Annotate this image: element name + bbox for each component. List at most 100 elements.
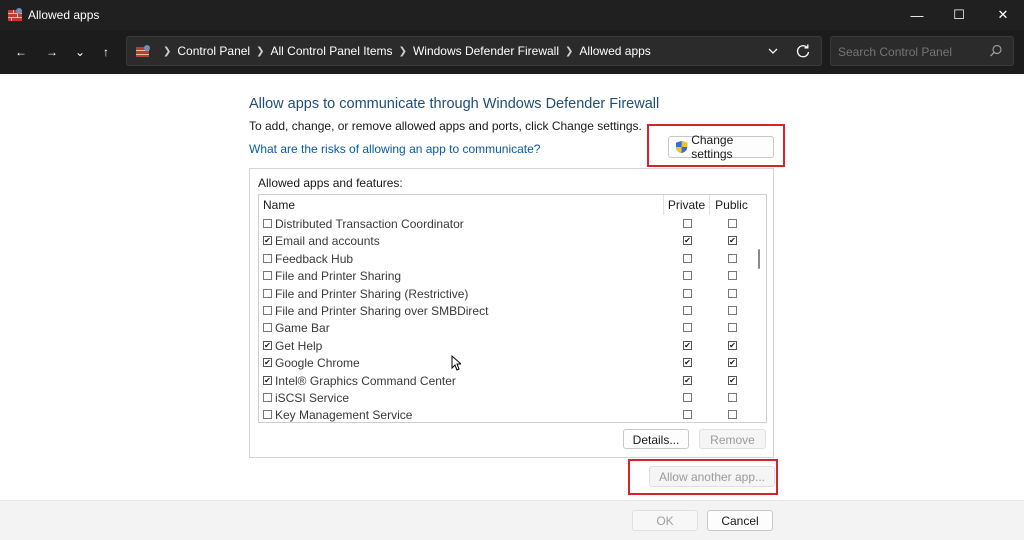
public-checkbox[interactable] (728, 271, 737, 281)
chevron-right-icon: ❯ (256, 45, 265, 57)
public-checkbox[interactable] (728, 306, 737, 315)
search-icon[interactable] (989, 44, 1003, 58)
app-enable-checkbox[interactable] (263, 306, 272, 315)
app-enable-checkbox[interactable]: ✔ (263, 340, 272, 350)
app-enable-checkbox[interactable]: ✔ (263, 358, 272, 368)
private-checkbox[interactable] (683, 253, 692, 263)
private-checkbox[interactable] (683, 288, 692, 298)
app-enable-checkbox[interactable] (263, 410, 272, 420)
up-button[interactable]: ↑ (94, 40, 118, 64)
minimize-button[interactable]: — (894, 0, 940, 30)
recent-locations-button[interactable]: ⌄ (68, 40, 92, 64)
forward-button[interactable]: → (40, 40, 64, 64)
search-box[interactable] (830, 36, 1014, 66)
page-title: Allow apps to communicate through Window… (249, 96, 660, 112)
private-checkbox[interactable] (683, 393, 692, 402)
list-item[interactable]: ✔ Get Help ✔ ✔ (259, 337, 753, 354)
private-checkbox[interactable] (683, 271, 692, 281)
public-checkbox[interactable] (728, 288, 737, 298)
private-checkbox[interactable] (683, 306, 692, 315)
list-item[interactable]: ✔ Google Chrome ✔ ✔ (259, 354, 753, 371)
ok-button[interactable]: OK (632, 510, 698, 531)
private-checkbox[interactable] (683, 410, 692, 420)
public-checkbox[interactable] (728, 323, 737, 333)
app-name: File and Printer Sharing (Restrictive) (275, 286, 469, 301)
risks-link[interactable]: What are the risks of allowing an app to… (249, 142, 540, 156)
app-enable-checkbox[interactable] (263, 323, 272, 333)
public-checkbox[interactable]: ✔ (728, 340, 737, 350)
close-button[interactable]: ✕ (980, 0, 1024, 30)
breadcrumb-allowed-apps[interactable]: Allowed apps (579, 44, 650, 58)
list-item[interactable]: Feedback Hub (259, 250, 753, 267)
page-description: To add, change, or remove allowed apps a… (249, 119, 642, 133)
breadcrumb-all-items[interactable]: All Control Panel Items (271, 44, 393, 58)
list-item[interactable]: ✔ Email and accounts ✔ ✔ (259, 232, 753, 249)
app-enable-checkbox[interactable] (263, 253, 272, 263)
public-checkbox[interactable] (728, 219, 737, 228)
private-checkbox[interactable]: ✔ (683, 340, 692, 350)
private-checkbox[interactable]: ✔ (683, 375, 692, 385)
details-button[interactable]: Details... (623, 429, 689, 449)
firewall-app-icon (8, 8, 22, 21)
app-name: Google Chrome (275, 356, 360, 371)
app-enable-checkbox[interactable] (263, 219, 272, 228)
list-item[interactable]: File and Printer Sharing (259, 267, 753, 284)
window-title: Allowed apps (28, 8, 100, 22)
app-enable-checkbox[interactable] (263, 271, 272, 281)
column-header-name[interactable]: Name (263, 195, 663, 215)
cancel-button[interactable]: Cancel (707, 510, 773, 531)
app-name: Distributed Transaction Coordinator (275, 217, 464, 231)
maximize-button[interactable]: ☐ (936, 0, 982, 30)
apps-list[interactable]: Name Private Public Distributed Transact… (258, 194, 767, 423)
list-item[interactable]: File and Printer Sharing over SMBDirect (259, 302, 753, 319)
highlight-box (647, 124, 785, 167)
search-input[interactable] (838, 45, 988, 59)
dialog-footer: OK Cancel (0, 500, 1024, 540)
remove-button[interactable]: Remove (699, 429, 766, 449)
app-name: Feedback Hub (275, 251, 354, 266)
list-item[interactable]: File and Printer Sharing (Restrictive) (259, 285, 753, 302)
breadcrumb-firewall[interactable]: Windows Defender Firewall (413, 44, 559, 58)
public-checkbox[interactable] (728, 253, 737, 263)
app-name: Game Bar (275, 321, 330, 336)
breadcrumb-control-panel[interactable]: Control Panel (177, 44, 250, 58)
private-checkbox[interactable]: ✔ (683, 236, 692, 246)
list-item[interactable]: Key Management Service (259, 406, 753, 422)
scrollbar-thumb[interactable] (758, 249, 760, 269)
main-content: Allow apps to communicate through Window… (0, 74, 1024, 500)
refresh-icon[interactable] (795, 43, 811, 59)
chevron-down-icon[interactable] (767, 44, 779, 58)
list-item[interactable]: ✔ Intel® Graphics Command Center ✔ ✔ (259, 372, 753, 389)
title-bar: Allowed apps — ☐ ✕ (0, 0, 1024, 30)
app-enable-checkbox[interactable]: ✔ (263, 375, 272, 385)
back-button[interactable]: ← (9, 40, 33, 64)
control-panel-icon (136, 45, 150, 57)
column-header-public[interactable]: Public (709, 195, 753, 215)
allowed-apps-group: Allowed apps and features: Name Private … (249, 168, 774, 458)
public-checkbox[interactable]: ✔ (728, 375, 737, 385)
chevron-right-icon: ❯ (565, 45, 574, 57)
app-name: Intel® Graphics Command Center (275, 373, 456, 388)
public-checkbox[interactable] (728, 393, 737, 402)
public-checkbox[interactable] (728, 410, 737, 420)
highlight-box (628, 459, 778, 495)
private-checkbox[interactable] (683, 219, 692, 228)
app-enable-checkbox[interactable]: ✔ (263, 236, 272, 246)
public-checkbox[interactable]: ✔ (728, 358, 737, 368)
public-checkbox[interactable]: ✔ (728, 236, 737, 246)
column-header-private[interactable]: Private (663, 195, 709, 215)
app-enable-checkbox[interactable] (263, 288, 272, 298)
group-label: Allowed apps and features: (258, 176, 403, 190)
private-checkbox[interactable] (683, 323, 692, 333)
list-item[interactable]: Game Bar (259, 319, 753, 336)
list-item[interactable]: iSCSI Service (259, 389, 753, 406)
app-name: File and Printer Sharing (275, 269, 402, 284)
app-enable-checkbox[interactable] (263, 393, 272, 402)
app-name: Get Help (275, 338, 323, 353)
chevron-right-icon: ❯ (398, 45, 407, 57)
scrollbar[interactable] (752, 195, 766, 422)
list-item[interactable]: Distributed Transaction Coordinator (259, 215, 753, 232)
app-name: Email and accounts (275, 234, 380, 249)
private-checkbox[interactable]: ✔ (683, 358, 692, 368)
address-bar[interactable]: ❯ Control Panel ❯ All Control Panel Item… (126, 36, 822, 66)
